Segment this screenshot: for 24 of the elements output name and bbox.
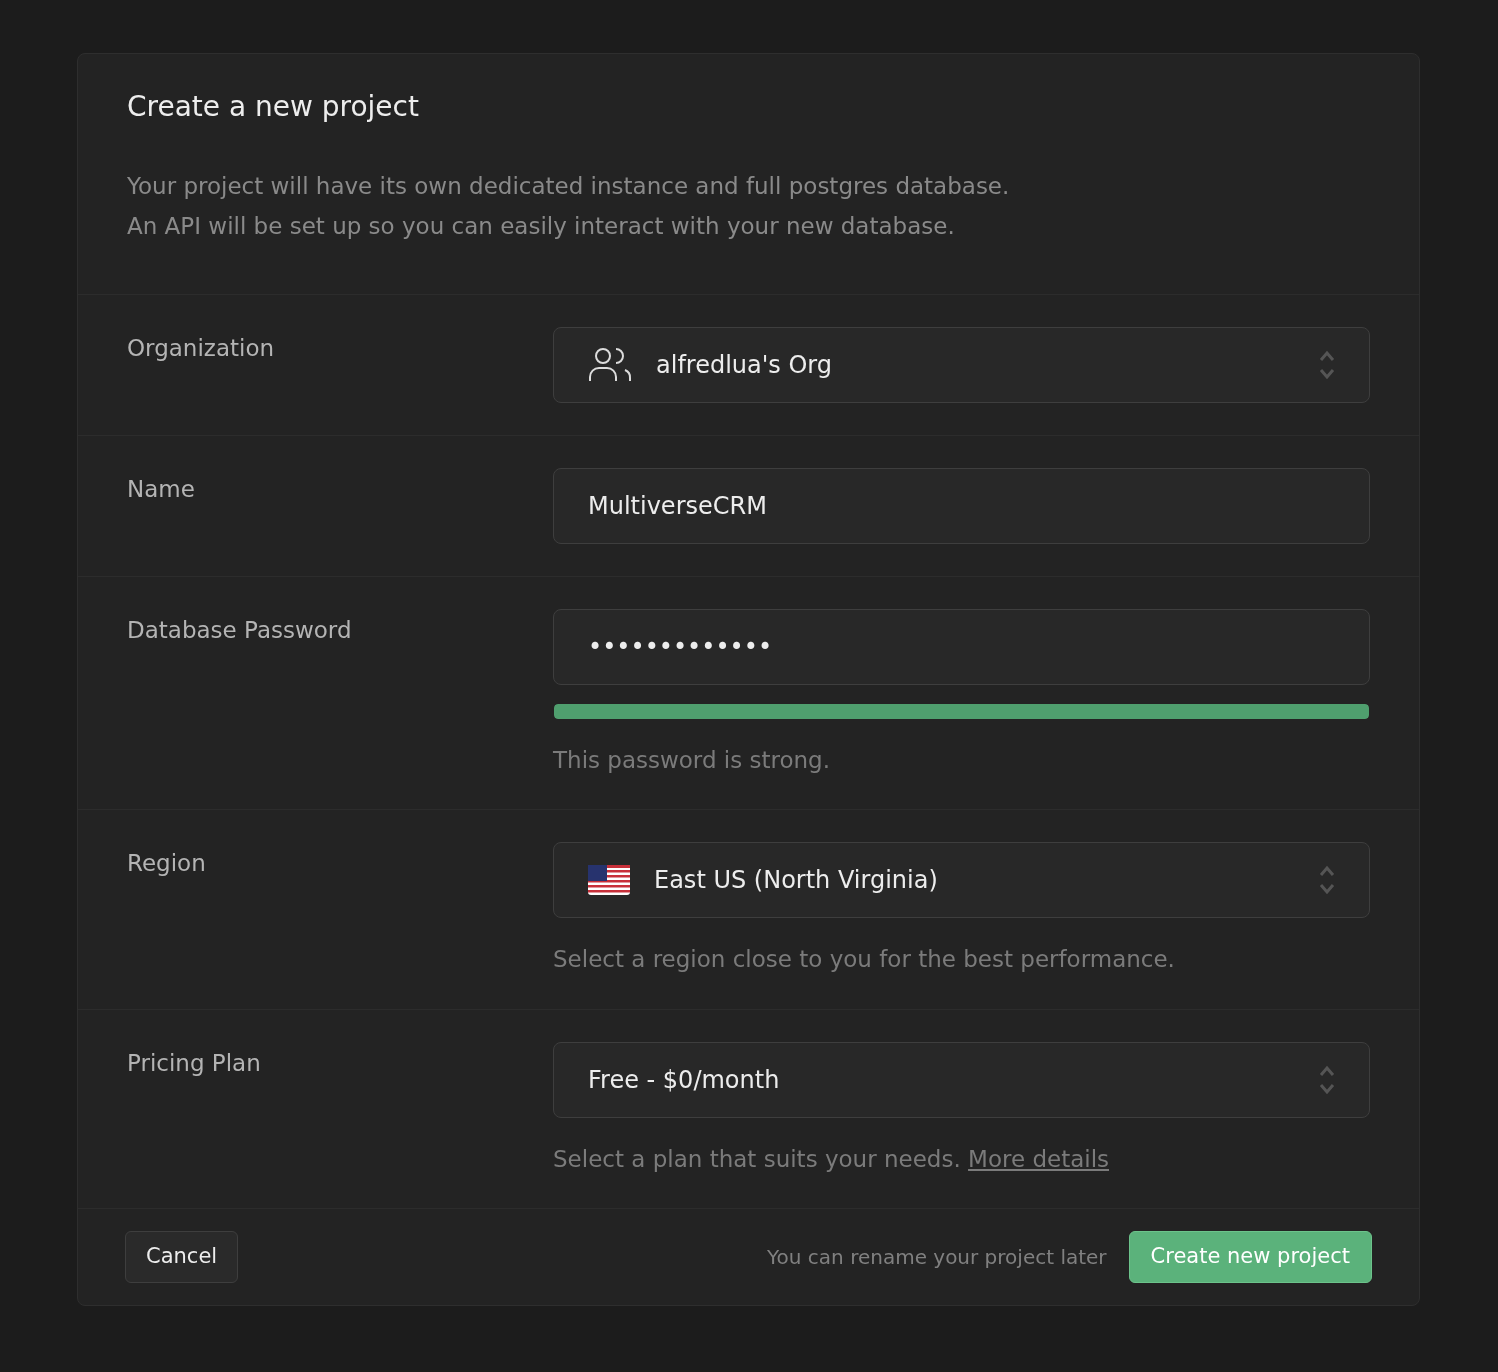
field-label: Organization xyxy=(127,333,276,363)
chevron-updown-icon xyxy=(1319,1064,1335,1095)
field-label: Name xyxy=(127,474,196,504)
users-icon xyxy=(588,346,632,383)
footer-note: You can rename your project later xyxy=(767,1243,1107,1271)
select-field[interactable]: East US (North Virginia) xyxy=(553,842,1370,919)
chevron-updown-icon xyxy=(1319,349,1335,380)
description-text: An API will be set up so you can easily interact with your new database. xyxy=(127,211,956,241)
select-field[interactable]: Free - $0/month xyxy=(553,1041,1370,1118)
help-text: This password is strong. xyxy=(553,745,831,775)
field-label: Region xyxy=(127,849,207,879)
chevron-updown-icon xyxy=(1319,865,1335,896)
details-link[interactable]: More details xyxy=(968,1145,1109,1172)
description-text: Your project will have its own dedicated instance and full postgres database. xyxy=(127,171,1011,201)
input-field[interactable]: MultiverseCRM xyxy=(553,467,1370,544)
password-field[interactable]: ••••••••••••• xyxy=(553,608,1370,685)
flag-icon xyxy=(588,865,630,896)
cancel-button[interactable]: Cancel xyxy=(125,1231,239,1283)
select-field[interactable]: alfredlua's Org xyxy=(553,326,1370,403)
help-text: Select a plan that suits your needs. More details xyxy=(553,1144,1110,1174)
field-label: Pricing Plan xyxy=(127,1048,262,1078)
field-label: Database Password xyxy=(127,615,353,645)
help-text: Select a region close to you for the best performance. xyxy=(553,945,1176,975)
dialog-title: Create a new project xyxy=(127,90,420,124)
